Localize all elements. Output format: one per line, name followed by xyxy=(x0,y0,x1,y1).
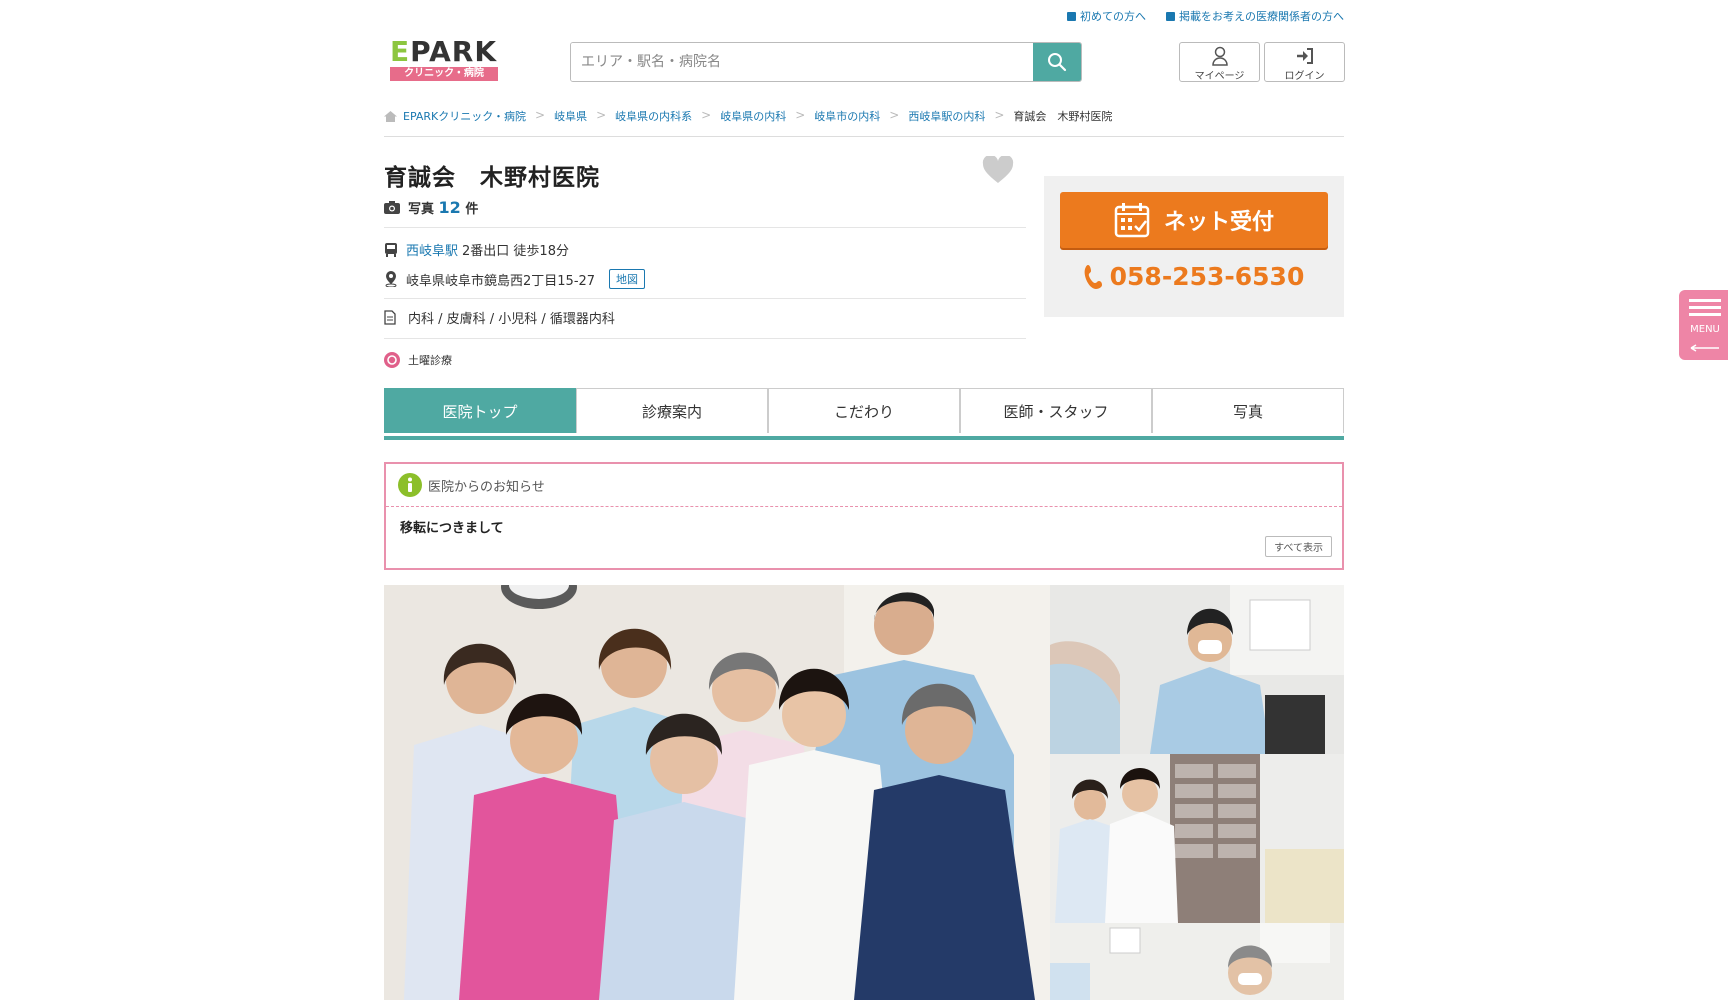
map-button[interactable]: 地図 xyxy=(609,269,646,289)
feature-row: 土曜診療 xyxy=(384,352,452,368)
tab-clinic-top[interactable]: 医院トップ xyxy=(384,388,576,433)
clinic-name: 育誠会 木野村医院 xyxy=(384,165,600,191)
tab-staff[interactable]: 医師・スタッフ xyxy=(960,388,1152,433)
station-link[interactable]: 西岐阜駅 xyxy=(406,240,458,259)
login-icon xyxy=(1296,48,1313,64)
info-icon xyxy=(398,473,422,497)
tab-features[interactable]: こだわり xyxy=(768,388,960,433)
document-icon xyxy=(384,310,396,325)
photo-thumbnail[interactable] xyxy=(1050,754,1344,923)
staff-group-photo[interactable] xyxy=(384,585,1050,1000)
user-icon xyxy=(1211,46,1228,66)
plus-icon: + xyxy=(1166,11,1175,21)
phone-number[interactable]: 058-253-6530 xyxy=(1044,262,1344,291)
epark-logo[interactable]: EPARK クリニック・病院 xyxy=(390,38,502,82)
first-time-link[interactable]: ▮ 初めての方へ xyxy=(1067,8,1146,24)
departments-row: 内科 / 皮膚科 / 小児科 / 循環器内科 xyxy=(384,308,615,327)
search-bar xyxy=(570,42,1082,82)
tab-photos[interactable]: 写真 xyxy=(1152,388,1344,433)
phone-icon xyxy=(1084,264,1102,289)
notice-title[interactable]: 移転につきまして xyxy=(386,507,1342,546)
search-icon xyxy=(1048,53,1067,72)
breadcrumb-item[interactable]: 岐阜県の内科系 xyxy=(615,108,692,124)
location-pin-icon xyxy=(385,271,397,287)
breadcrumb-item[interactable]: 岐阜県の内科 xyxy=(720,108,786,124)
train-icon xyxy=(385,242,397,257)
tab-guide[interactable]: 診療案内 xyxy=(576,388,768,433)
book-icon: ▮ xyxy=(1067,11,1076,21)
photo-thumbnail[interactable] xyxy=(1050,923,1344,1000)
search-input[interactable] xyxy=(571,43,1033,81)
address-row: 岐阜県岐阜市鏡島西2丁目15-27 地図 xyxy=(384,269,646,289)
show-all-button[interactable]: すべて表示 xyxy=(1265,536,1332,557)
notice-header: 医院からのお知らせ xyxy=(428,479,545,495)
net-reserve-button[interactable]: ネット受付 xyxy=(1060,192,1328,248)
saturday-icon xyxy=(384,352,400,368)
camera-icon xyxy=(384,201,400,214)
breadcrumb-current: 育誠会 木野村医院 xyxy=(1013,110,1113,123)
clinic-tabs: 医院トップ 診療案内 こだわり 医師・スタッフ 写真 xyxy=(384,388,1344,440)
photo-count[interactable]: 写真 12 件 xyxy=(384,198,478,217)
mypage-button[interactable]: マイページ xyxy=(1179,42,1260,82)
search-button[interactable] xyxy=(1033,43,1081,81)
photo-thumbnail[interactable] xyxy=(1050,585,1344,754)
menu-label: MENU xyxy=(1690,324,1720,335)
favorite-heart-icon[interactable] xyxy=(982,156,1014,184)
top-links: ▮ 初めての方へ + 掲載をお考えの医療関係者の方へ xyxy=(1067,8,1344,24)
calendar-check-icon xyxy=(1114,203,1150,238)
notice-box: 医院からのお知らせ 移転につきまして すべて表示 xyxy=(384,462,1344,570)
breadcrumb: EPARKクリニック・病院 > 岐阜県 > 岐阜県の内科系 > 岐阜県の内科 > 岐阜… xyxy=(384,108,1344,137)
breadcrumb-item[interactable]: 岐阜県 xyxy=(554,108,587,124)
breadcrumb-home[interactable]: EPARKクリニック・病院 xyxy=(384,108,526,124)
for-medical-link[interactable]: + 掲載をお考えの医療関係者の方へ xyxy=(1166,8,1344,24)
home-icon xyxy=(384,110,397,122)
breadcrumb-item[interactable]: 岐阜市の内科 xyxy=(814,108,880,124)
breadcrumb-item[interactable]: 西岐阜駅の内科 xyxy=(908,108,985,124)
access-row: 西岐阜駅 2番出口 徒歩18分 xyxy=(384,240,569,259)
login-button[interactable]: ログイン xyxy=(1264,42,1345,82)
reserve-box: ネット受付 058-253-6530 xyxy=(1044,176,1344,317)
side-menu-button[interactable]: MENU xyxy=(1679,290,1728,360)
